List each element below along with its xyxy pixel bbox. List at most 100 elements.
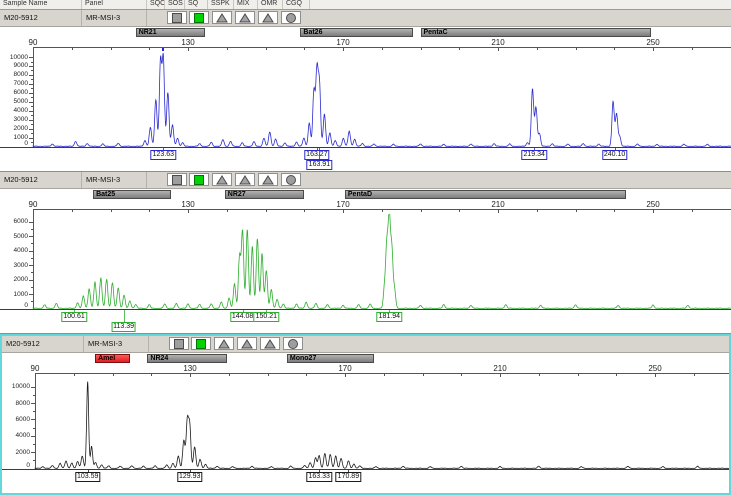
sample-panel-green[interactable]: M20-5912 MR-MSI-3 Bat25NR27PentaD 901301… — [0, 172, 731, 334]
x-axis: 90130170210250 — [0, 38, 731, 51]
peak-size-label[interactable]: 103.59 — [75, 472, 100, 482]
flag-omr-indicator — [260, 337, 280, 350]
flag-sspk-indicator — [212, 11, 232, 24]
peak-size-label[interactable]: 144.08 — [230, 312, 255, 322]
x-axis-tick — [149, 48, 150, 50]
triangle-icon — [216, 175, 228, 185]
header-filler — [310, 0, 731, 9]
marker-bar-bat25: Bat25 — [93, 190, 171, 199]
sample-info-row: M20-5912 MR-MSI-3 — [2, 336, 729, 353]
peak-size-label[interactable]: 181.94 — [377, 312, 402, 322]
peak-label-connector — [124, 310, 125, 322]
x-axis-tick — [423, 374, 424, 376]
peak-size-label[interactable]: 163.27 — [304, 150, 329, 160]
x-axis-tick — [304, 210, 305, 212]
header-cell-sos: SOS — [165, 0, 185, 9]
flag-sq-indicator — [189, 11, 209, 24]
square-icon — [172, 13, 182, 23]
header-cell-mix: MIX — [234, 0, 258, 9]
header-cell-panel: Panel — [82, 0, 147, 9]
x-tick-label: 170 — [336, 38, 349, 47]
flag-sos-indicator — [167, 173, 187, 186]
x-tick-label: 130 — [181, 38, 194, 47]
x-tick-label: 90 — [29, 200, 38, 209]
sample-panel-blue[interactable]: M20-5912 MR-MSI-3 NR21Bat26PentaC 901301… — [0, 10, 731, 172]
marker-bar-amel: Amel — [95, 354, 130, 363]
peak-size-label[interactable]: 150.21 — [254, 312, 279, 322]
flag-cgq-indicator — [281, 173, 301, 186]
peak-labels-row: 100.61 113.39 144.08150.21 181.94 — [0, 310, 731, 334]
triangle-icon — [218, 339, 230, 349]
panel-name: MR-MSI-3 — [82, 10, 147, 26]
triangle-icon — [239, 175, 251, 185]
x-axis-tick — [266, 48, 267, 50]
flag-sos-indicator — [167, 11, 187, 24]
square-icon — [196, 339, 206, 349]
peak-size-label[interactable]: 240.10 — [602, 150, 627, 160]
x-tick-label: 210 — [491, 200, 504, 209]
peak-label-connector — [319, 148, 320, 160]
flag-sq-indicator — [189, 173, 209, 186]
x-axis-tick — [266, 210, 267, 212]
flag-mix-indicator — [235, 11, 255, 24]
x-tick-label: 250 — [646, 200, 659, 209]
x-axis-tick — [421, 210, 422, 212]
header-cell-cgq: CGQ — [283, 0, 310, 9]
triangle-icon — [239, 13, 251, 23]
x-axis-tick — [229, 374, 230, 376]
marker-bar-pentad: PentaD — [345, 190, 626, 199]
electropherogram-plot[interactable]: 0200040006000800010000 — [2, 377, 729, 470]
marker-bar-row: Bat25NR27PentaD — [0, 189, 731, 200]
peak-size-label[interactable]: 100.61 — [61, 312, 86, 322]
peak-size-label[interactable]: 163.91 — [307, 160, 332, 170]
x-tick-label: 90 — [29, 38, 38, 47]
panel-name: MR-MSI-3 — [84, 336, 149, 352]
x-axis-tick — [576, 48, 577, 50]
circle-icon — [286, 13, 296, 23]
x-axis-tick — [694, 374, 695, 376]
x-axis-tick — [304, 48, 305, 50]
sample-panel-black[interactable]: M20-5912 MR-MSI-3 AmelNR24Mono27 9013017… — [0, 334, 731, 495]
x-axis-tick — [227, 210, 228, 212]
header-cell-sspk: SSPK — [208, 0, 234, 9]
header-cell-sample-name: Sample Name — [0, 0, 82, 9]
peak-size-label[interactable]: 113.39 — [111, 322, 136, 332]
sample-info-row: M20-5912 MR-MSI-3 — [0, 10, 731, 27]
x-axis-tick — [616, 374, 617, 376]
x-axis-tick — [614, 210, 615, 212]
flag-sspk-indicator — [214, 337, 234, 350]
x-axis-tick — [268, 374, 269, 376]
x-axis-tick — [227, 48, 228, 50]
x-axis: 90130170210250 — [0, 200, 731, 213]
flag-omr-indicator — [258, 11, 278, 24]
x-axis-tick — [111, 210, 112, 212]
x-axis-tick — [382, 210, 383, 212]
x-axis-tick — [537, 210, 538, 212]
peak-size-label[interactable]: 123.63 — [151, 150, 176, 160]
square-icon — [194, 175, 204, 185]
flag-sspk-indicator — [212, 173, 232, 186]
x-axis: 90130170210250 — [2, 364, 729, 377]
triangle-icon — [264, 339, 276, 349]
electropherogram-trace — [2, 377, 729, 469]
square-icon — [194, 13, 204, 23]
marker-bar-pentac: PentaC — [421, 28, 652, 37]
peak-size-label[interactable]: 170.89 — [336, 472, 361, 482]
circle-icon — [286, 175, 296, 185]
electropherogram-trace — [0, 213, 731, 309]
peak-size-label[interactable]: 219.34 — [521, 150, 546, 160]
flag-omr-indicator — [258, 173, 278, 186]
electropherogram-plot[interactable]: 0100020003000400050006000 — [0, 213, 731, 310]
x-axis-tick — [151, 374, 152, 376]
x-tick-label: 90 — [31, 364, 40, 373]
peak-size-label[interactable]: 163.33 — [306, 472, 331, 482]
x-axis-tick — [692, 48, 693, 50]
x-axis-tick — [306, 374, 307, 376]
electropherogram-plot[interactable]: 0100020003000400050006000700080009000100… — [0, 51, 731, 148]
marker-bar-nr24: NR24 — [147, 354, 226, 363]
flag-mix-indicator — [237, 337, 257, 350]
x-axis-tick — [459, 48, 460, 50]
peak-size-label[interactable]: 129.93 — [177, 472, 202, 482]
x-axis-line — [35, 373, 729, 374]
x-axis-tick — [421, 48, 422, 50]
